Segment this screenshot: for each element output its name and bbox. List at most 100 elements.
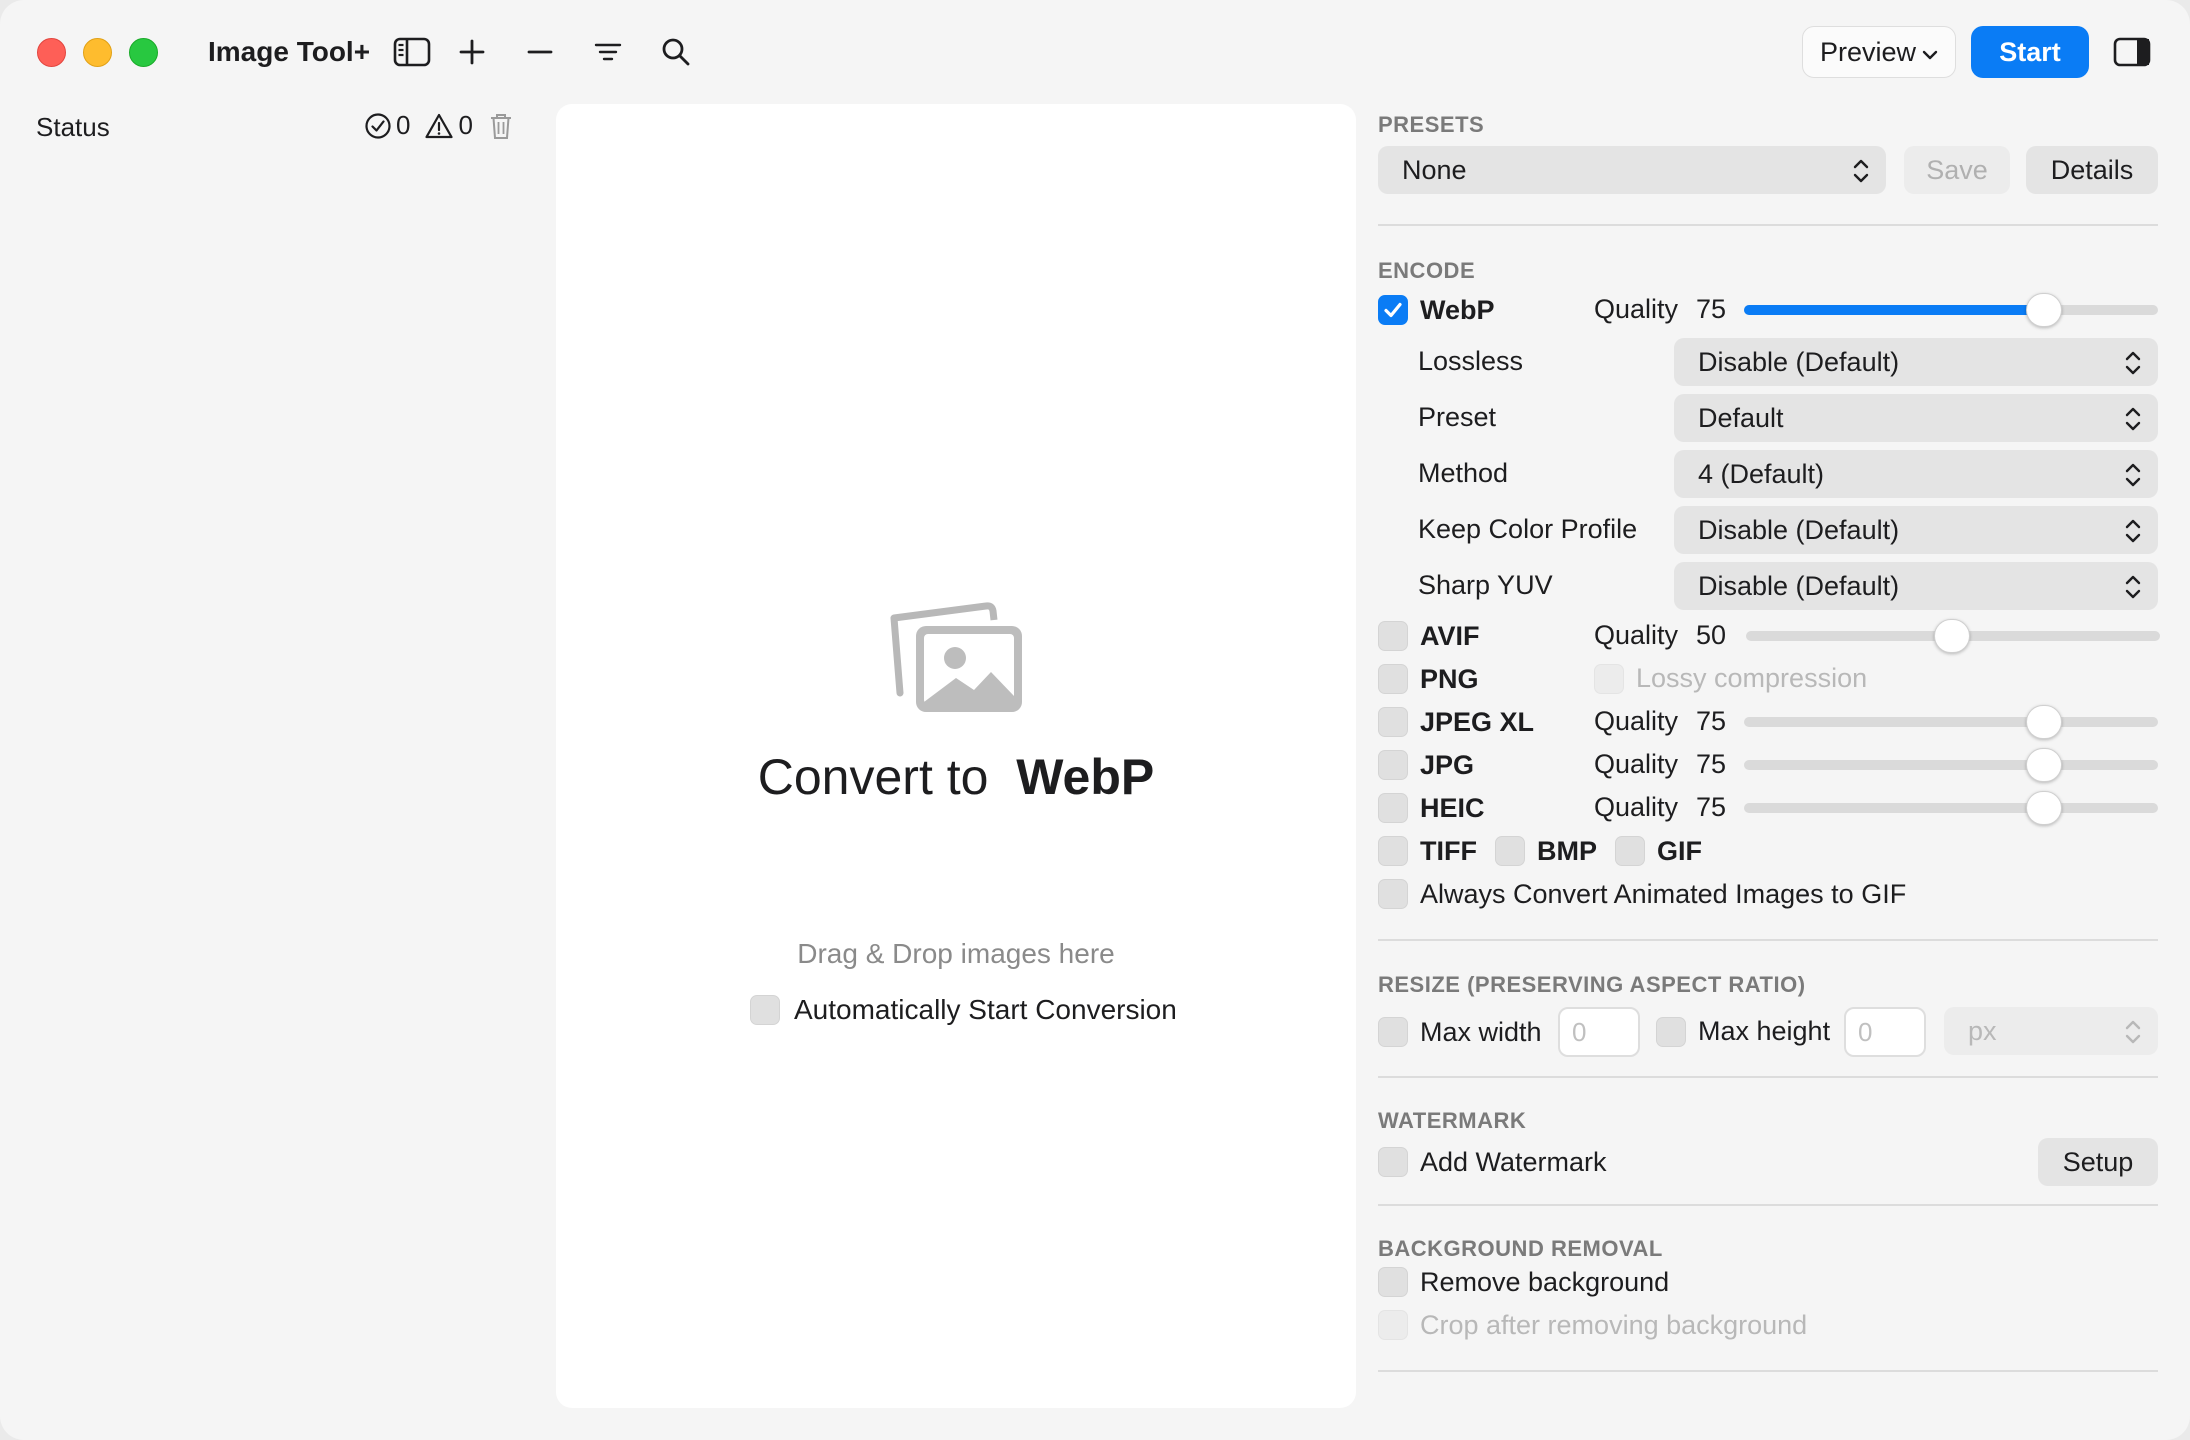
trash-icon[interactable] — [489, 112, 513, 140]
lossy-compression-label: Lossy compression — [1636, 663, 1868, 693]
crop-background-checkbox[interactable] — [1378, 1310, 1408, 1340]
jpg-checkbox[interactable] — [1378, 750, 1408, 780]
auto-start-label: Automatically Start Conversion — [794, 994, 1177, 1025]
warning-count: 0 — [458, 110, 473, 140]
watermark-setup-button[interactable]: Setup — [2038, 1138, 2158, 1186]
heic-quality-value: 75 — [1696, 792, 1727, 822]
remove-background-row: Remove background — [1378, 1264, 1669, 1300]
chevron-up-down-icon — [2124, 406, 2142, 439]
preset-option-label: Preset — [1418, 402, 1497, 432]
lossy-compression-checkbox[interactable] — [1594, 664, 1624, 694]
add-watermark-checkbox[interactable] — [1378, 1147, 1408, 1177]
app-window: Image Tool+ Preview Start Status 0 0 Con… — [0, 0, 2190, 1440]
jpg-quality-slider[interactable] — [1744, 748, 2158, 782]
sharp-yuv-label: Sharp YUV — [1418, 570, 1553, 600]
avif-row: AVIF Quality 50 — [1378, 618, 2160, 654]
sharp-yuv-select[interactable]: Disable (Default) — [1674, 562, 2158, 610]
webp-preset-select[interactable]: Default — [1674, 394, 2158, 442]
avif-label: AVIF — [1420, 620, 1480, 651]
unit-select[interactable]: px — [1944, 1007, 2158, 1055]
tiff-label: TIFF — [1420, 835, 1477, 866]
animated-gif-row: Always Convert Animated Images to GIF — [1378, 876, 1906, 912]
convert-title: Convert to WebP — [556, 748, 1356, 806]
tiff-checkbox[interactable] — [1378, 836, 1408, 866]
divider — [1378, 1370, 2158, 1372]
animated-gif-label: Always Convert Animated Images to GIF — [1420, 878, 1907, 909]
jpegxl-checkbox[interactable] — [1378, 707, 1408, 737]
webp-row: WebP Quality 75 — [1378, 292, 2158, 328]
sidebar-toggle-icon[interactable] — [390, 30, 434, 74]
drop-zone[interactable]: Convert to WebP Drag & Drop images here … — [556, 104, 1356, 1408]
keep-color-profile-select-value: Disable (Default) — [1698, 514, 1900, 545]
max-width-label: Max width — [1420, 1016, 1542, 1047]
remove-background-label: Remove background — [1420, 1266, 1670, 1297]
bmp-checkbox[interactable] — [1494, 836, 1525, 866]
preset-details-button[interactable]: Details — [2026, 146, 2158, 194]
checkmark-circle-icon — [364, 112, 392, 140]
gif-checkbox[interactable] — [1614, 836, 1645, 866]
heic-quality-label: Quality — [1594, 792, 1679, 822]
chevron-up-down-icon — [2124, 574, 2142, 607]
search-icon[interactable] — [654, 30, 698, 74]
drop-hint: Drag & Drop images here — [797, 938, 1115, 969]
preset-select[interactable]: None — [1378, 146, 1886, 194]
lossless-select[interactable]: Disable (Default) — [1674, 338, 2158, 386]
max-width-checkbox[interactable] — [1378, 1017, 1408, 1047]
lossless-label: Lossless — [1418, 346, 1524, 376]
remove-icon[interactable] — [518, 30, 562, 74]
heic-row: HEIC Quality 75 — [1378, 790, 2158, 826]
preview-dropdown-button[interactable]: Preview — [1802, 26, 1956, 78]
webp-quality-slider[interactable] — [1744, 293, 2158, 327]
avif-checkbox[interactable] — [1378, 621, 1408, 651]
jpegxl-quality-label: Quality — [1594, 706, 1679, 736]
heic-quality-slider[interactable] — [1744, 791, 2158, 825]
gif-label: GIF — [1656, 835, 1702, 866]
close-window-button[interactable] — [37, 38, 66, 67]
add-watermark-label: Add Watermark — [1420, 1146, 1607, 1177]
chevron-up-down-icon — [2124, 518, 2142, 551]
titlebar: Image Tool+ Preview Start — [0, 0, 2190, 104]
resize-section-title: RESIZE (PRESERVING ASPECT RATIO) — [1378, 972, 1806, 997]
jpegxl-quality-slider-knob[interactable] — [2026, 705, 2062, 739]
max-height-input[interactable]: 0 — [1844, 1007, 1926, 1057]
bmp-label: BMP — [1536, 835, 1597, 866]
avif-quality-slider[interactable] — [1746, 619, 2160, 653]
zoom-window-button[interactable] — [129, 38, 158, 67]
avif-quality-slider-knob[interactable] — [1934, 619, 1970, 653]
preset-select-value: None — [1402, 154, 1467, 185]
heic-checkbox[interactable] — [1378, 793, 1408, 823]
auto-start-checkbox[interactable] — [750, 995, 780, 1025]
max-height-checkbox[interactable] — [1656, 1017, 1686, 1047]
keep-color-profile-select[interactable]: Disable (Default) — [1674, 506, 2158, 554]
webp-quality-slider-knob[interactable] — [2026, 293, 2062, 327]
inspector-toggle-icon[interactable] — [2110, 30, 2154, 74]
webp-label: WebP — [1420, 294, 1495, 325]
minimize-window-button[interactable] — [83, 38, 112, 67]
warning-triangle-icon — [424, 112, 454, 140]
convert-title-format: WebP — [1016, 749, 1155, 805]
filter-icon[interactable] — [586, 30, 630, 74]
method-select-value: 4 (Default) — [1698, 458, 1825, 489]
jpegxl-quality-slider[interactable] — [1744, 705, 2158, 739]
avif-quality-value: 50 — [1696, 620, 1727, 650]
crop-background-label: Crop after removing background — [1420, 1309, 1808, 1340]
animated-gif-checkbox[interactable] — [1378, 879, 1408, 909]
auto-start-option[interactable]: Automatically Start Conversion — [750, 994, 1177, 1026]
save-preset-button[interactable]: Save — [1904, 146, 2010, 194]
preview-label: Preview — [1819, 36, 1917, 67]
remove-background-checkbox[interactable] — [1378, 1267, 1408, 1297]
webp-checkbox[interactable] — [1378, 295, 1408, 325]
jpg-quality-slider-knob[interactable] — [2026, 748, 2062, 782]
png-label: PNG — [1420, 663, 1479, 694]
start-button[interactable]: Start — [1971, 26, 2089, 78]
max-width-input[interactable]: 0 — [1558, 1007, 1640, 1057]
png-checkbox[interactable] — [1378, 664, 1408, 694]
keep-color-profile-label: Keep Color Profile — [1418, 514, 1638, 544]
jpg-label: JPG — [1420, 749, 1475, 780]
add-icon[interactable] — [450, 30, 494, 74]
method-select[interactable]: 4 (Default) — [1674, 450, 2158, 498]
jpegxl-label: JPEG XL — [1420, 706, 1535, 737]
avif-quality-label: Quality — [1594, 620, 1679, 650]
lossless-select-value: Disable (Default) — [1698, 346, 1900, 377]
heic-quality-slider-knob[interactable] — [2026, 791, 2062, 825]
